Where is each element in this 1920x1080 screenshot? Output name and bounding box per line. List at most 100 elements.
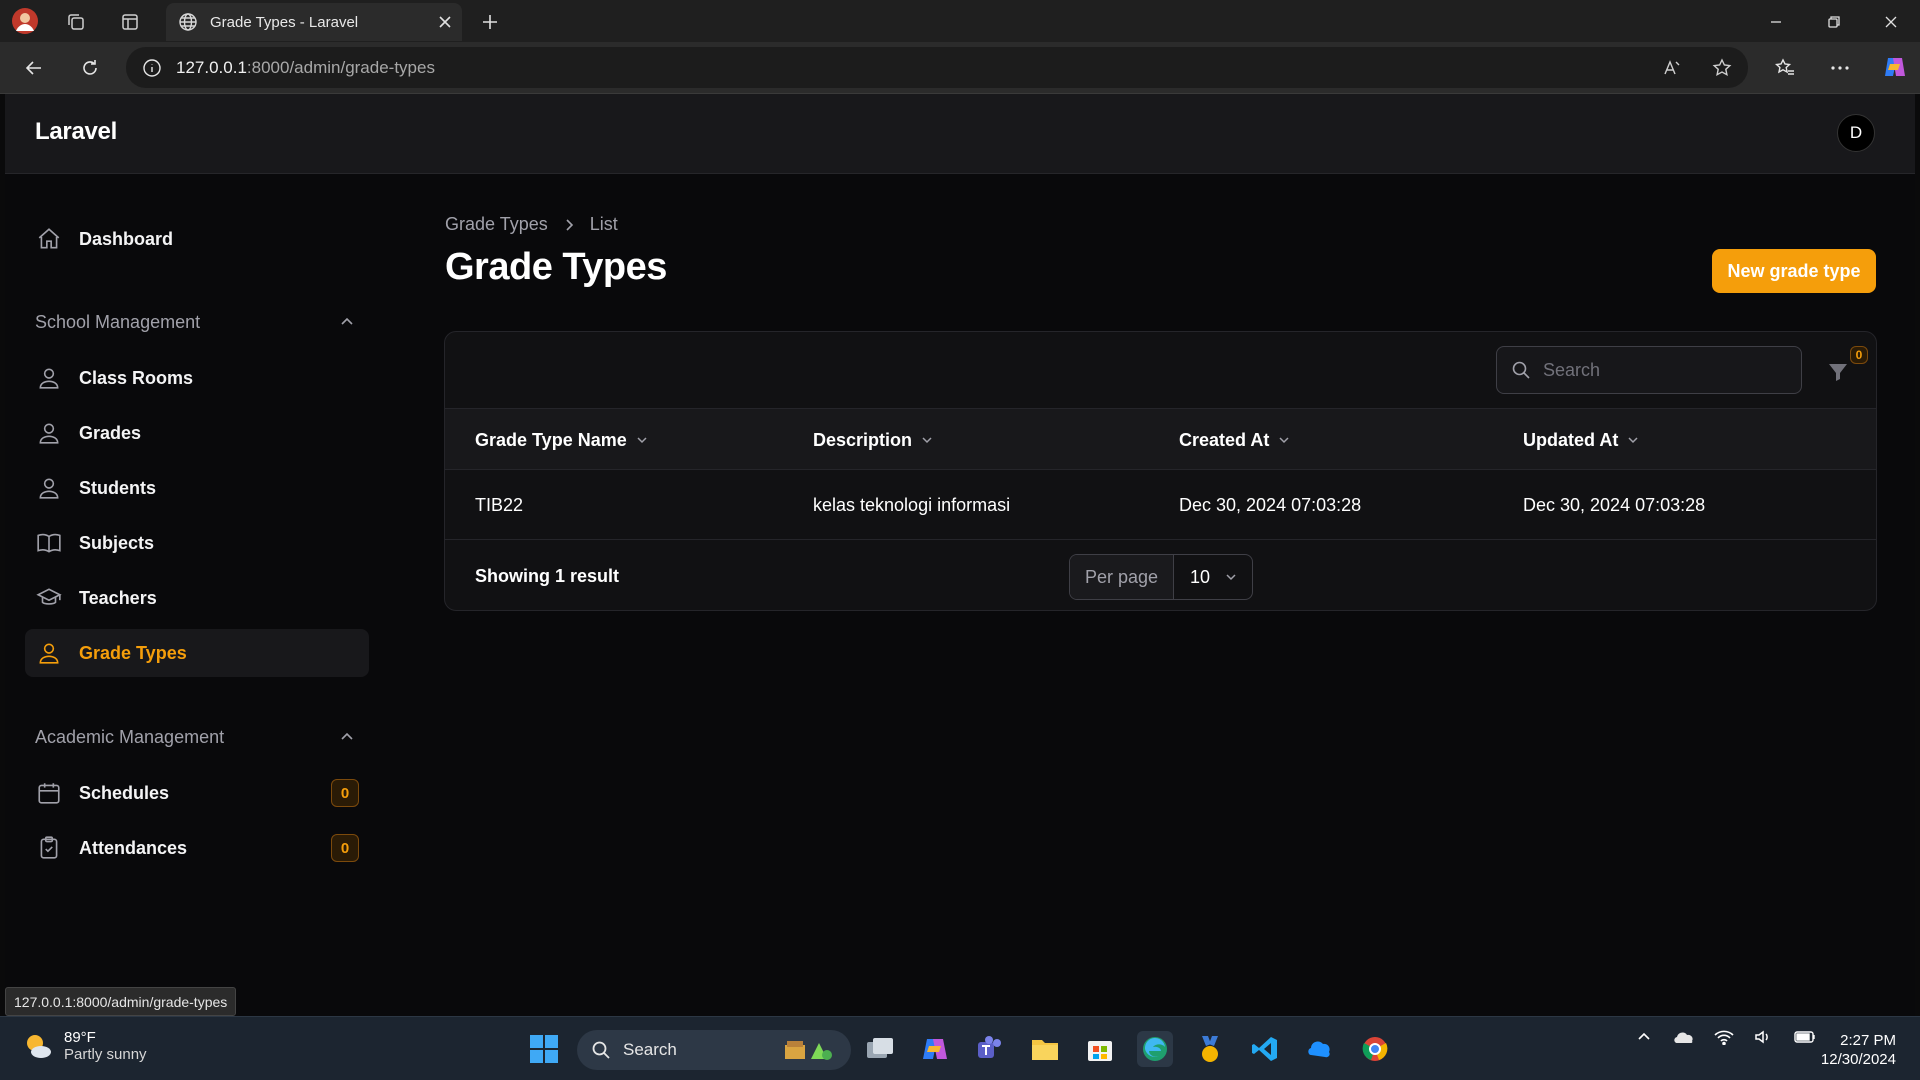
breadcrumb-current: List <box>589 214 618 234</box>
system-tray <box>1636 1029 1816 1045</box>
browser-tab-active[interactable]: Grade Types - Laravel <box>166 3 462 41</box>
cell-description: kelas teknologi informasi <box>813 494 1011 515</box>
windows-start-icon[interactable] <box>526 1031 562 1067</box>
teams-icon[interactable] <box>972 1031 1008 1067</box>
sidebar-group-school-management[interactable]: School Management <box>35 307 355 337</box>
column-header-created-at[interactable]: Created At <box>1179 409 1291 471</box>
user-icon <box>35 364 63 392</box>
filter-button[interactable]: 0 <box>1826 346 1868 388</box>
sidebar-item-class-rooms[interactable]: Class Rooms <box>25 354 369 402</box>
favorites-icon[interactable] <box>1771 54 1799 82</box>
chevron-up-icon <box>339 314 355 330</box>
profile-avatar-icon[interactable] <box>10 6 40 36</box>
file-explorer-icon[interactable] <box>1027 1031 1063 1067</box>
app-topbar: Laravel D <box>5 94 1915 174</box>
vertical-tabs-icon[interactable] <box>116 8 144 36</box>
favorite-star-icon[interactable] <box>1712 57 1732 78</box>
close-tab-icon[interactable] <box>438 15 452 29</box>
vscode-icon[interactable] <box>1247 1031 1283 1067</box>
breadcrumb-link-grade-types[interactable]: Grade Types <box>445 214 548 235</box>
weather-temperature: 89°F <box>64 1029 96 1046</box>
column-header-grade-type-name[interactable]: Grade Type Name <box>475 409 649 471</box>
column-header-description[interactable]: Description <box>813 409 934 471</box>
new-tab-icon[interactable] <box>476 8 504 36</box>
sidebar-item-students[interactable]: Students <box>25 464 369 512</box>
user-avatar[interactable]: D <box>1837 114 1875 152</box>
partly-sunny-icon <box>22 1030 54 1062</box>
new-grade-type-button[interactable]: New grade type <box>1712 249 1876 293</box>
column-label: Updated At <box>1523 429 1619 450</box>
back-icon[interactable] <box>20 54 48 82</box>
globe-icon <box>178 12 198 32</box>
address-bar[interactable]: 127.0.0.1:8000/admin/grade-types <box>126 47 1748 88</box>
sidebar-item-teachers[interactable]: Teachers <box>25 574 369 622</box>
column-label: Description <box>813 429 913 450</box>
table-row[interactable]: TIB22 kelas teknologi informasi Dec 30, … <box>445 470 1876 540</box>
sidebar-group-academic-management[interactable]: Academic Management <box>35 722 355 752</box>
url-host: 127.0.0.1 <box>176 57 247 77</box>
restore-icon[interactable] <box>1820 8 1848 36</box>
cell-created-at: Dec 30, 2024 07:03:28 <box>1179 494 1362 515</box>
sidebar-item-grades[interactable]: Grades <box>25 409 369 457</box>
refresh-icon[interactable] <box>76 54 104 82</box>
column-header-updated-at[interactable]: Updated At <box>1523 409 1640 471</box>
table-footer: Showing 1 result Per page 10 <box>445 540 1876 610</box>
search-input[interactable]: Search <box>1496 346 1802 394</box>
weather-widget[interactable]: 89°F Partly sunny <box>22 1029 147 1063</box>
status-bar-url: 127.0.0.1:8000/admin/grade-types <box>5 987 237 1016</box>
read-aloud-icon[interactable] <box>1662 58 1682 78</box>
onedrive-cloud-icon[interactable] <box>1672 1029 1694 1045</box>
chevron-right-icon <box>562 218 576 232</box>
chevron-down-icon <box>1626 433 1640 447</box>
per-page-value[interactable]: 10 <box>1174 567 1252 588</box>
user-icon <box>35 474 63 502</box>
sidebar-item-label: Grade Types <box>79 642 187 663</box>
sidebar-item-schedules[interactable]: Schedules 0 <box>25 769 369 817</box>
sidebar-item-subjects[interactable]: Subjects <box>25 519 369 567</box>
volume-icon[interactable] <box>1754 1029 1774 1045</box>
per-page-selected: 10 <box>1190 566 1211 587</box>
wifi-icon[interactable] <box>1714 1029 1734 1045</box>
weather-condition: Partly sunny <box>64 1046 147 1063</box>
sidebar-item-attendances[interactable]: Attendances 0 <box>25 824 369 872</box>
cell-updated-at: Dec 30, 2024 07:03:28 <box>1523 494 1706 515</box>
home-icon <box>35 225 63 253</box>
search-icon <box>591 1040 611 1060</box>
results-count: Showing 1 result <box>475 565 620 586</box>
edge-browser-icon[interactable] <box>1137 1031 1173 1067</box>
sidebar-group-label: Academic Management <box>35 726 225 747</box>
copilot-taskbar-icon[interactable] <box>917 1031 953 1067</box>
taskbar-search[interactable]: Search <box>577 1030 851 1070</box>
workspaces-icon[interactable] <box>62 8 90 36</box>
microsoft-store-icon[interactable] <box>1082 1031 1118 1067</box>
sidebar-item-dashboard[interactable]: Dashboard <box>25 215 369 263</box>
chevron-down-icon <box>635 433 649 447</box>
search-placeholder: Search <box>1543 359 1601 380</box>
taskbar-clock[interactable]: 2:27 PM 12/30/2024 <box>1816 1031 1896 1069</box>
minimize-icon[interactable] <box>1762 8 1790 36</box>
chevron-down-icon <box>920 433 934 447</box>
chevron-up-icon <box>339 729 355 745</box>
sidebar-item-label: Teachers <box>79 587 157 608</box>
sidebar-item-grade-types[interactable]: Grade Types <box>25 629 369 677</box>
sidebar-group-label: School Management <box>35 311 201 332</box>
user-icon <box>35 419 63 447</box>
column-label: Grade Type Name <box>475 429 627 450</box>
medal-app-icon[interactable] <box>1192 1031 1228 1067</box>
sidebar-item-label: Grades <box>79 422 142 443</box>
chrome-icon[interactable] <box>1357 1031 1393 1067</box>
taskbar-search-label: Search <box>623 1040 677 1059</box>
close-window-icon[interactable] <box>1877 8 1905 36</box>
battery-icon[interactable] <box>1794 1030 1816 1044</box>
more-menu-icon[interactable] <box>1826 54 1854 82</box>
cloud-app-icon[interactable] <box>1302 1031 1338 1067</box>
sidebar-item-label: Schedules <box>79 782 170 803</box>
copilot-icon[interactable] <box>1880 52 1910 82</box>
brand-logo[interactable]: Laravel <box>35 118 117 146</box>
site-info-icon[interactable] <box>142 58 162 78</box>
search-icon <box>1511 360 1531 380</box>
chevron-up-icon[interactable] <box>1636 1029 1652 1045</box>
per-page-select[interactable]: Per page 10 <box>1069 554 1253 600</box>
task-view-icon[interactable] <box>862 1031 898 1067</box>
sidebar-item-label: Dashboard <box>79 228 174 249</box>
